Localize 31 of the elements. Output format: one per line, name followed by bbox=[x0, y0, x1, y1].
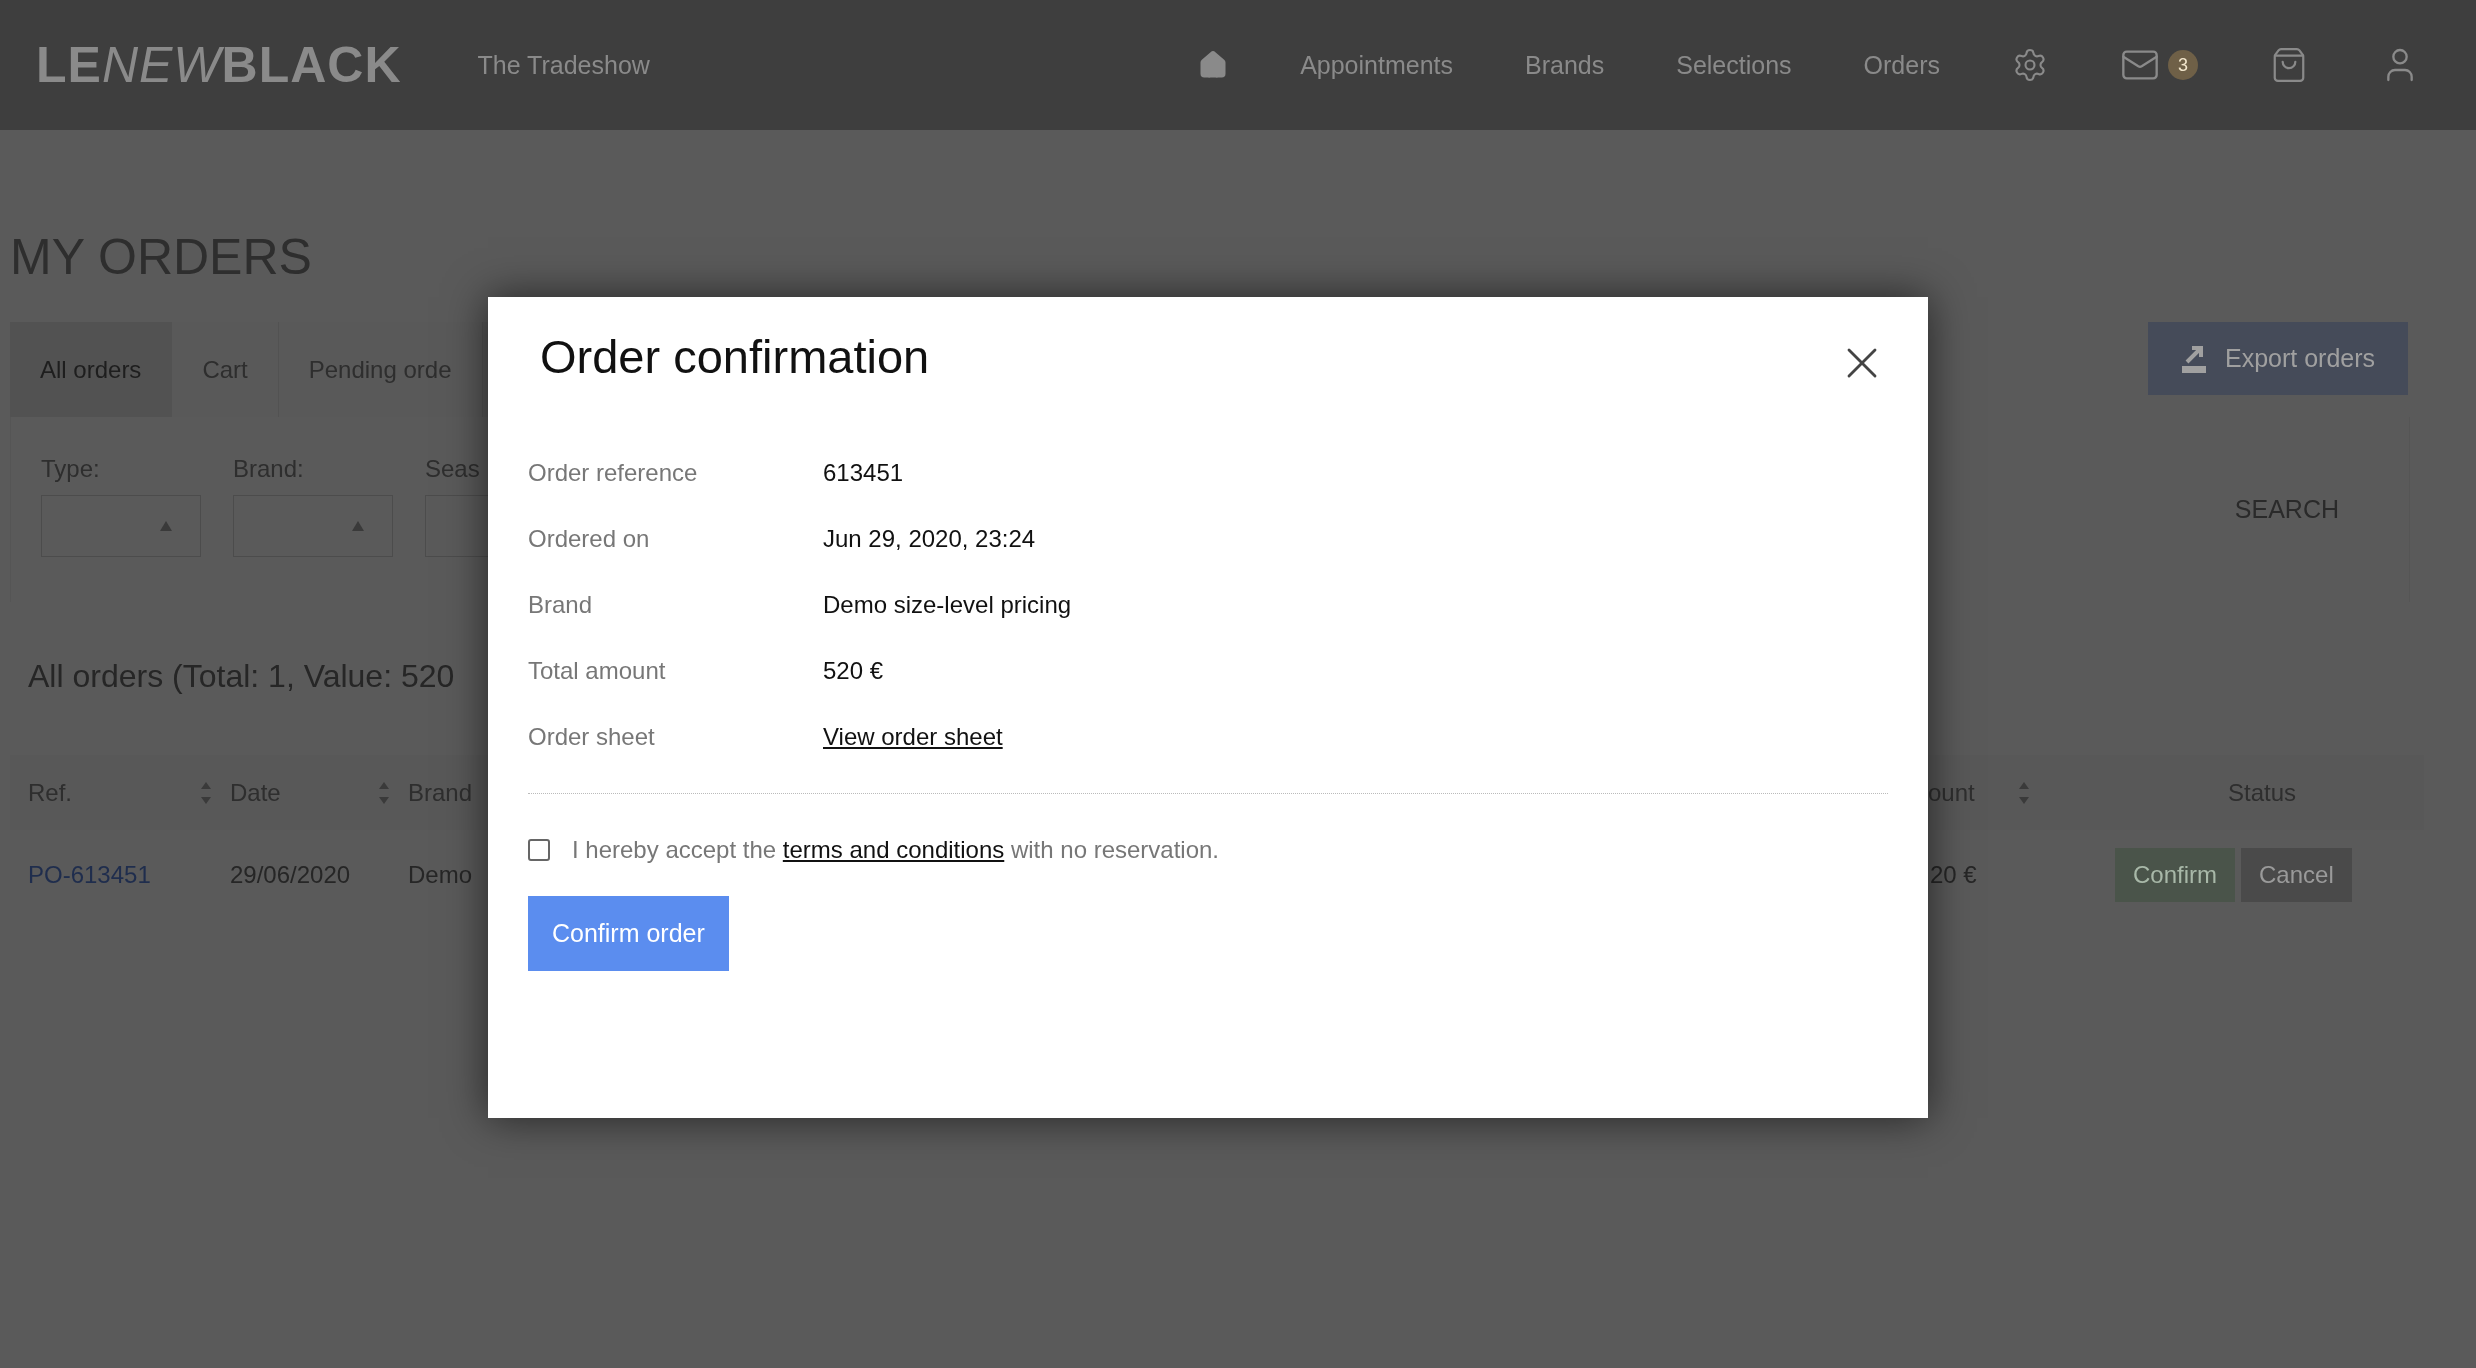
order-sheet-link[interactable]: View order sheet bbox=[823, 723, 1003, 751]
caret-icon bbox=[160, 521, 172, 531]
terms-link[interactable]: terms and conditions bbox=[782, 836, 1005, 863]
detail-value: Jun 29, 2020, 23:24 bbox=[823, 525, 1037, 553]
logo[interactable]: LENEWBLACK bbox=[36, 36, 402, 94]
detail-label: Order sheet bbox=[528, 723, 656, 751]
detail-label: Brand bbox=[528, 591, 594, 619]
notification-badge: 3 bbox=[2168, 50, 2198, 80]
order-link[interactable]: PO-613451 bbox=[28, 861, 230, 889]
caret-icon bbox=[352, 521, 364, 531]
cancel-button[interactable]: Cancel bbox=[2241, 848, 2352, 902]
confirm-button[interactable]: Confirm bbox=[2115, 848, 2235, 902]
event-name: The Tradeshow bbox=[477, 50, 650, 80]
nav-link[interactable]: Appointments bbox=[1300, 50, 1453, 80]
detail-label: Order reference bbox=[528, 459, 699, 487]
home-icon[interactable] bbox=[1198, 50, 1229, 80]
tray-arrow-icon bbox=[2180, 343, 2207, 374]
nav-link[interactable]: Orders bbox=[1863, 50, 1940, 80]
terms-checkbox[interactable] bbox=[528, 839, 550, 861]
nav-link[interactable]: Brands bbox=[1525, 50, 1605, 80]
detail-label: Total amount bbox=[528, 657, 667, 685]
terms-text: I hereby accept the terms and conditions with no reservation. bbox=[572, 836, 1220, 864]
confirm-order-button[interactable]: Confirm order bbox=[528, 896, 729, 971]
detail-value: Demo size-level pricing bbox=[823, 591, 1073, 619]
dialog-title: Order confirmation bbox=[539, 329, 930, 384]
detail-value: 613451 bbox=[823, 459, 905, 487]
detail-label: Ordered on bbox=[528, 525, 651, 553]
nav-link[interactable]: Selections bbox=[1676, 50, 1792, 80]
export-orders-button[interactable]: Export orders bbox=[2148, 322, 2408, 395]
detail-value: 520 € bbox=[823, 657, 885, 685]
settings-icon[interactable] bbox=[2012, 47, 2048, 83]
